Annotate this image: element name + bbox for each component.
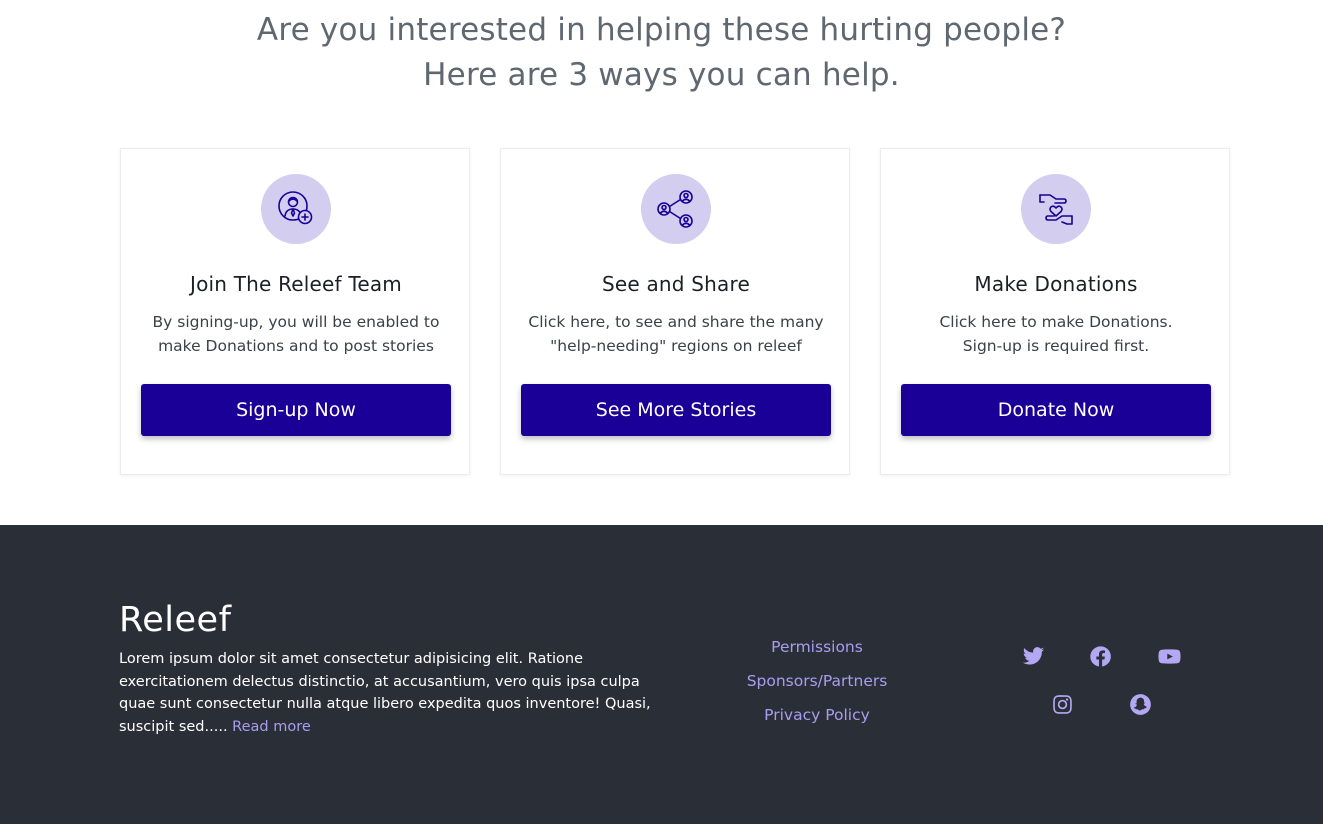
footer-links: Permissions Sponsors/Partners Privacy Po… bbox=[717, 630, 917, 732]
facebook-icon[interactable] bbox=[1087, 643, 1113, 669]
card-title: See and Share bbox=[602, 272, 750, 296]
help-section: Are you interested in helping these hurt… bbox=[0, 0, 1323, 525]
card-make-donations: Make Donations Click here to make Donati… bbox=[880, 148, 1230, 475]
card-description: Click here to make Donations. Sign-up is… bbox=[901, 310, 1211, 358]
card-description-line: "help-needing" regions on releef bbox=[550, 337, 802, 355]
about-line: suscipit sed..... Read more bbox=[119, 716, 679, 739]
card-description-line: By signing-up, you will be enabled to bbox=[152, 313, 440, 331]
see-more-stories-button[interactable]: See More Stories bbox=[521, 384, 831, 436]
privacy-policy-link[interactable]: Privacy Policy bbox=[717, 698, 917, 732]
card-title: Join The Releef Team bbox=[189, 272, 402, 296]
sign-up-now-button[interactable]: Sign-up Now bbox=[141, 384, 451, 436]
card-description-line: Click here, to see and share the many bbox=[528, 313, 824, 331]
about-line: quae sunt consectetur nulla atque libero… bbox=[119, 696, 651, 713]
card-title: Make Donations bbox=[974, 272, 1138, 296]
about-line: Lorem ipsum dolor sit amet consectetur a… bbox=[119, 651, 584, 667]
snapchat-icon[interactable] bbox=[1127, 691, 1153, 717]
card-description: Click here, to see and share the many "h… bbox=[521, 310, 831, 358]
footer-brand: Releef bbox=[119, 600, 232, 640]
sponsors-partners-link[interactable]: Sponsors/Partners bbox=[717, 664, 917, 698]
card-description-line: make Donations and to post stories bbox=[158, 337, 434, 355]
card-description-line: Click here to make Donations. bbox=[939, 313, 1173, 331]
donation-hand-heart-icon bbox=[1021, 174, 1091, 244]
share-network-icon bbox=[641, 174, 711, 244]
instagram-icon[interactable] bbox=[1049, 691, 1075, 717]
card-see-and-share: See and Share Click here, to see and sha… bbox=[500, 148, 850, 475]
heading-line-1: Are you interested in helping these hurt… bbox=[256, 12, 1067, 48]
twitter-icon[interactable] bbox=[1020, 643, 1046, 669]
read-more-link[interactable]: Read more bbox=[232, 719, 311, 735]
card-description: By signing-up, you will be enabled to ma… bbox=[141, 310, 451, 358]
heading-line-2: Here are 3 ways you can help. bbox=[423, 57, 900, 93]
permissions-link[interactable]: Permissions bbox=[717, 630, 917, 664]
card-description-line: Sign-up is required first. bbox=[962, 337, 1150, 355]
about-line: exercitationem delectus distinctio, at a… bbox=[119, 673, 640, 690]
about-line-text: suscipit sed..... bbox=[119, 719, 228, 736]
donate-now-button[interactable]: Donate Now bbox=[901, 384, 1211, 436]
card-join-team: Join The Releef Team By signing-up, you … bbox=[120, 148, 470, 475]
site-footer: Releef Lorem ipsum dolor sit amet consec… bbox=[0, 525, 1323, 824]
footer-about-text: Lorem ipsum dolor sit amet consectetur a… bbox=[119, 648, 679, 739]
team-member-add-icon bbox=[261, 174, 331, 244]
youtube-icon[interactable] bbox=[1156, 643, 1182, 669]
section-heading: Are you interested in helping these hurt… bbox=[0, 8, 1323, 98]
